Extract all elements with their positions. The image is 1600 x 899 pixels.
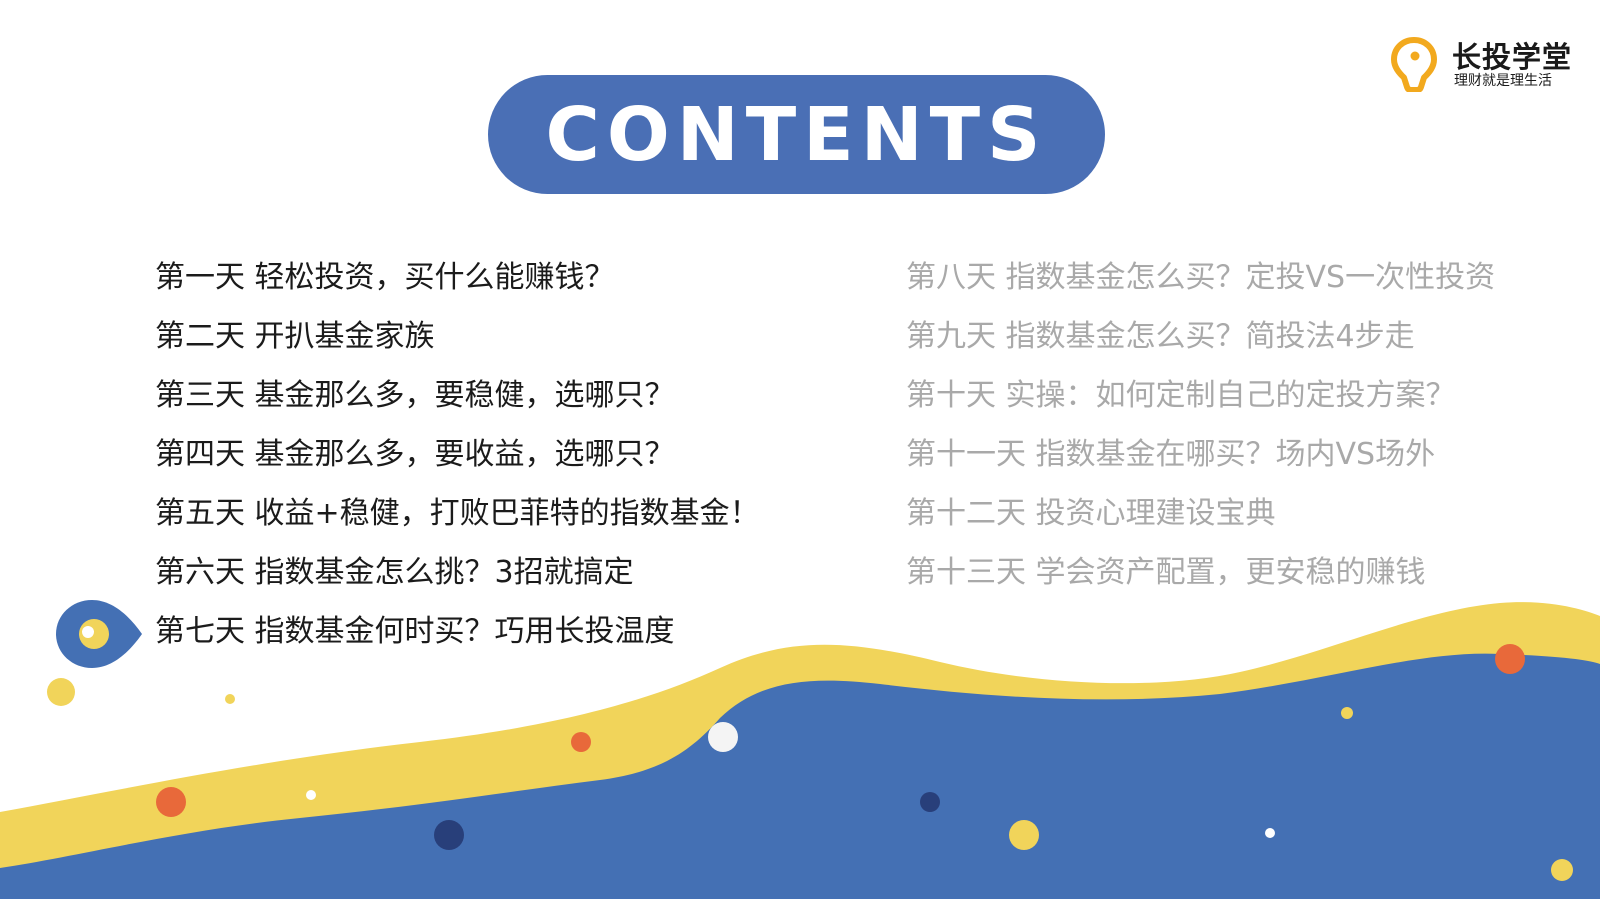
dot-navy-small (920, 792, 940, 812)
toc-item-day-10[interactable]: 第十天 实操：如何定制自己的定投方案？ (906, 366, 1495, 425)
toc-list-left: 第一天 轻松投资，买什么能赚钱？ 第二天 开扒基金家族 第三天 基金那么多，要稳… (155, 248, 760, 661)
dot-yellow-medium (1009, 820, 1039, 850)
toc-item-day-2[interactable]: 第二天 开扒基金家族 (155, 307, 760, 366)
current-item-marker-icon (56, 600, 142, 668)
dot-orange (156, 787, 186, 817)
toc-item-day-6[interactable]: 第六天 指数基金怎么挑？3招就搞定 (155, 543, 760, 602)
toc-item-day-13[interactable]: 第十三天 学会资产配置，更安稳的赚钱 (906, 543, 1495, 602)
page-title: CONTENTS (545, 91, 1048, 178)
dot-yellow (47, 678, 75, 706)
dot-orange-right (1495, 644, 1525, 674)
toc-item-day-11[interactable]: 第十一天 指数基金在哪买？场内VS场外 (906, 425, 1495, 484)
toc-item-day-5[interactable]: 第五天 收益+稳健，打败巴菲特的指数基金！ (155, 484, 760, 543)
toc-item-day-8[interactable]: 第八天 指数基金怎么买？定投VS一次性投资 (906, 248, 1495, 307)
dot-white (306, 790, 316, 800)
toc-item-day-12[interactable]: 第十二天 投资心理建设宝典 (906, 484, 1495, 543)
toc-item-day-1[interactable]: 第一天 轻松投资，买什么能赚钱？ (155, 248, 760, 307)
dot-orange-small (571, 732, 591, 752)
dot-white-small (1265, 828, 1275, 838)
brand-slogan: 理财就是理生活 (1454, 73, 1552, 89)
toc-list-right: 第八天 指数基金怎么买？定投VS一次性投资 第九天 指数基金怎么买？简投法4步走… (906, 248, 1495, 602)
dot-yellow-small (225, 694, 235, 704)
dot-white-large (708, 722, 738, 752)
dot-yellow-tiny (1341, 707, 1353, 719)
dot-yellow-corner (1551, 859, 1573, 881)
lightbulb-icon (1391, 37, 1437, 92)
toc-item-day-3[interactable]: 第三天 基金那么多，要稳健，选哪只？ (155, 366, 760, 425)
dot-navy (434, 820, 464, 850)
toc-item-day-9[interactable]: 第九天 指数基金怎么买？简投法4步走 (906, 307, 1495, 366)
toc-item-day-7[interactable]: 第七天 指数基金何时买？巧用长投温度 (155, 602, 760, 661)
brand-logo: 长投学堂 理财就是理生活 (1390, 30, 1580, 92)
contents-banner: CONTENTS (488, 75, 1105, 194)
toc-item-day-4[interactable]: 第四天 基金那么多，要收益，选哪只？ (155, 425, 760, 484)
